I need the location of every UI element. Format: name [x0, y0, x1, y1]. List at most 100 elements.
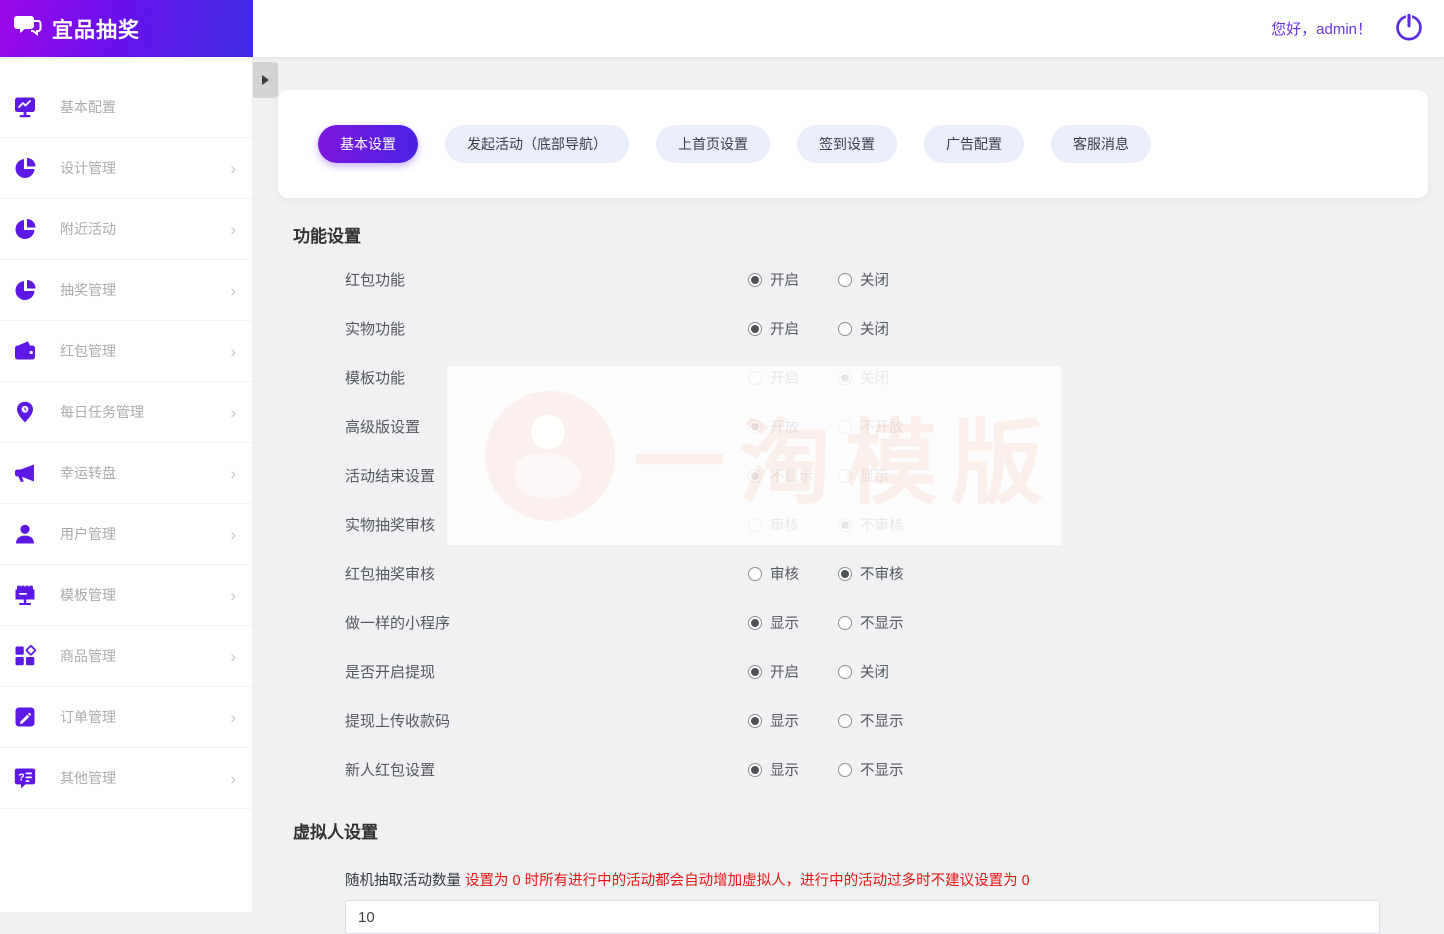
- sidebar-item-11[interactable]: ? 其他管理 ›: [0, 748, 252, 809]
- radio-option[interactable]: 不开放: [838, 416, 928, 437]
- settings-tab-5[interactable]: 客服消息: [1051, 125, 1151, 163]
- radio-option[interactable]: 不审核: [838, 563, 928, 584]
- radio-button[interactable]: [748, 567, 762, 581]
- setting-row: 实物抽奖审核 审核 不审核: [253, 500, 1444, 549]
- radio-option[interactable]: 审核: [748, 563, 838, 584]
- radio-button[interactable]: [748, 763, 762, 777]
- radio-option[interactable]: 关闭: [838, 661, 928, 682]
- radio-option[interactable]: 显示: [748, 710, 838, 731]
- radio-option[interactable]: 显示: [838, 465, 928, 486]
- pie-chart-icon: [12, 277, 38, 303]
- radio-option[interactable]: 不显示: [838, 612, 928, 633]
- sidebar-item-2[interactable]: 附近活动 ›: [0, 199, 252, 260]
- settings-tab-2[interactable]: 上首页设置: [656, 125, 770, 163]
- radio-button[interactable]: [838, 322, 852, 336]
- radio-button[interactable]: [838, 420, 852, 434]
- radio-option-label: 不开放: [860, 416, 904, 437]
- sidebar-item-9[interactable]: 商品管理 ›: [0, 626, 252, 687]
- chat-bubbles-icon: [14, 13, 42, 44]
- sidebar-collapse-handle[interactable]: [253, 62, 278, 98]
- radio-option-label: 显示: [860, 465, 889, 486]
- radio-option[interactable]: 关闭: [838, 269, 928, 290]
- radio-button[interactable]: [748, 616, 762, 630]
- setting-label: 做一样的小程序: [345, 612, 748, 633]
- settings-tab-1[interactable]: 发起活动（底部导航）: [445, 125, 629, 163]
- radio-option[interactable]: 开启: [748, 367, 838, 388]
- radio-button[interactable]: [748, 665, 762, 679]
- radio-button[interactable]: [838, 469, 852, 483]
- radio-button[interactable]: [838, 616, 852, 630]
- radio-option[interactable]: 开放: [748, 416, 838, 437]
- sidebar-item-label: 红包管理: [60, 341, 230, 361]
- megaphone-icon: [12, 460, 38, 486]
- radio-option[interactable]: 关闭: [838, 367, 928, 388]
- radio-button[interactable]: [838, 273, 852, 287]
- main-content: 基本设置 发起活动（底部导航） 上首页设置 签到设置 广告配置 客服消息 功能设…: [253, 57, 1444, 912]
- radio-button[interactable]: [838, 763, 852, 777]
- setting-row: 红包功能 开启 关闭: [253, 255, 1444, 304]
- sidebar-item-label: 订单管理: [60, 707, 230, 727]
- app-logo: 宜品抽奖: [0, 0, 253, 57]
- setting-label: 高级版设置: [345, 416, 748, 437]
- sidebar-item-0[interactable]: 基本配置: [0, 77, 252, 138]
- radio-button[interactable]: [748, 371, 762, 385]
- settings-tab-4[interactable]: 广告配置: [924, 125, 1024, 163]
- radio-button[interactable]: [838, 665, 852, 679]
- setting-label: 活动结束设置: [345, 465, 748, 486]
- radio-option[interactable]: 不显示: [838, 759, 928, 780]
- radio-group: 开启 关闭: [748, 318, 928, 339]
- settings-tab-3[interactable]: 签到设置: [797, 125, 897, 163]
- virtual-count-label-line: 随机抽取活动数量 设置为 0 时所有进行中的活动都会自动增加虚拟人，进行中的活动…: [345, 869, 1444, 890]
- greeting-text: 您好，admin！: [1271, 18, 1372, 39]
- radio-option-label: 开启: [770, 367, 799, 388]
- radio-option[interactable]: 不显示: [748, 465, 838, 486]
- header-right: 您好，admin！: [253, 0, 1444, 57]
- logout-button[interactable]: [1392, 12, 1426, 46]
- chevron-right-icon: ›: [230, 282, 236, 299]
- radio-button[interactable]: [838, 567, 852, 581]
- radio-option[interactable]: 不显示: [838, 710, 928, 731]
- sidebar-item-1[interactable]: 设计管理 ›: [0, 138, 252, 199]
- sidebar-item-7[interactable]: 用户管理 ›: [0, 504, 252, 565]
- radio-button[interactable]: [748, 469, 762, 483]
- radio-option[interactable]: 开启: [748, 661, 838, 682]
- radio-option-label: 不显示: [860, 612, 904, 633]
- radio-option-label: 显示: [770, 612, 799, 633]
- radio-option[interactable]: 审核: [748, 514, 838, 535]
- setting-label: 模板功能: [345, 367, 748, 388]
- setting-label: 实物抽奖审核: [345, 514, 748, 535]
- sidebar-item-4[interactable]: 红包管理 ›: [0, 321, 252, 382]
- radio-button[interactable]: [838, 714, 852, 728]
- radio-button[interactable]: [748, 518, 762, 532]
- settings-tab-0[interactable]: 基本设置: [318, 125, 418, 163]
- radio-option[interactable]: 关闭: [838, 318, 928, 339]
- sidebar-item-label: 每日任务管理: [60, 402, 230, 422]
- radio-option-label: 开启: [770, 318, 799, 339]
- radio-option[interactable]: 显示: [748, 759, 838, 780]
- radio-option[interactable]: 不审核: [838, 514, 928, 535]
- sidebar: 基本配置 设计管理 › 附近活动 › 抽奖管理 › 红包管理 › 每日任务管理: [0, 57, 253, 912]
- radio-option-label: 关闭: [860, 367, 889, 388]
- radio-button[interactable]: [748, 714, 762, 728]
- radio-button[interactable]: [748, 420, 762, 434]
- sidebar-item-5[interactable]: 每日任务管理 ›: [0, 382, 252, 443]
- radio-button[interactable]: [748, 273, 762, 287]
- radio-button[interactable]: [838, 371, 852, 385]
- sidebar-item-8[interactable]: 模板管理 ›: [0, 565, 252, 626]
- radio-option[interactable]: 开启: [748, 318, 838, 339]
- virtual-count-input[interactable]: [345, 900, 1380, 934]
- radio-option[interactable]: 显示: [748, 612, 838, 633]
- svg-text:?: ?: [18, 772, 24, 784]
- pie-chart-icon: [12, 155, 38, 181]
- sidebar-item-10[interactable]: 订单管理 ›: [0, 687, 252, 748]
- radio-option[interactable]: 开启: [748, 269, 838, 290]
- radio-group: 开放 不开放: [748, 416, 928, 437]
- radio-button[interactable]: [838, 518, 852, 532]
- radio-option-label: 显示: [770, 759, 799, 780]
- sidebar-item-label: 附近活动: [60, 219, 230, 239]
- sidebar-item-label: 抽奖管理: [60, 280, 230, 300]
- sidebar-item-6[interactable]: 幸运转盘 ›: [0, 443, 252, 504]
- radio-button[interactable]: [748, 322, 762, 336]
- sidebar-item-3[interactable]: 抽奖管理 ›: [0, 260, 252, 321]
- chevron-right-icon: ›: [230, 587, 236, 604]
